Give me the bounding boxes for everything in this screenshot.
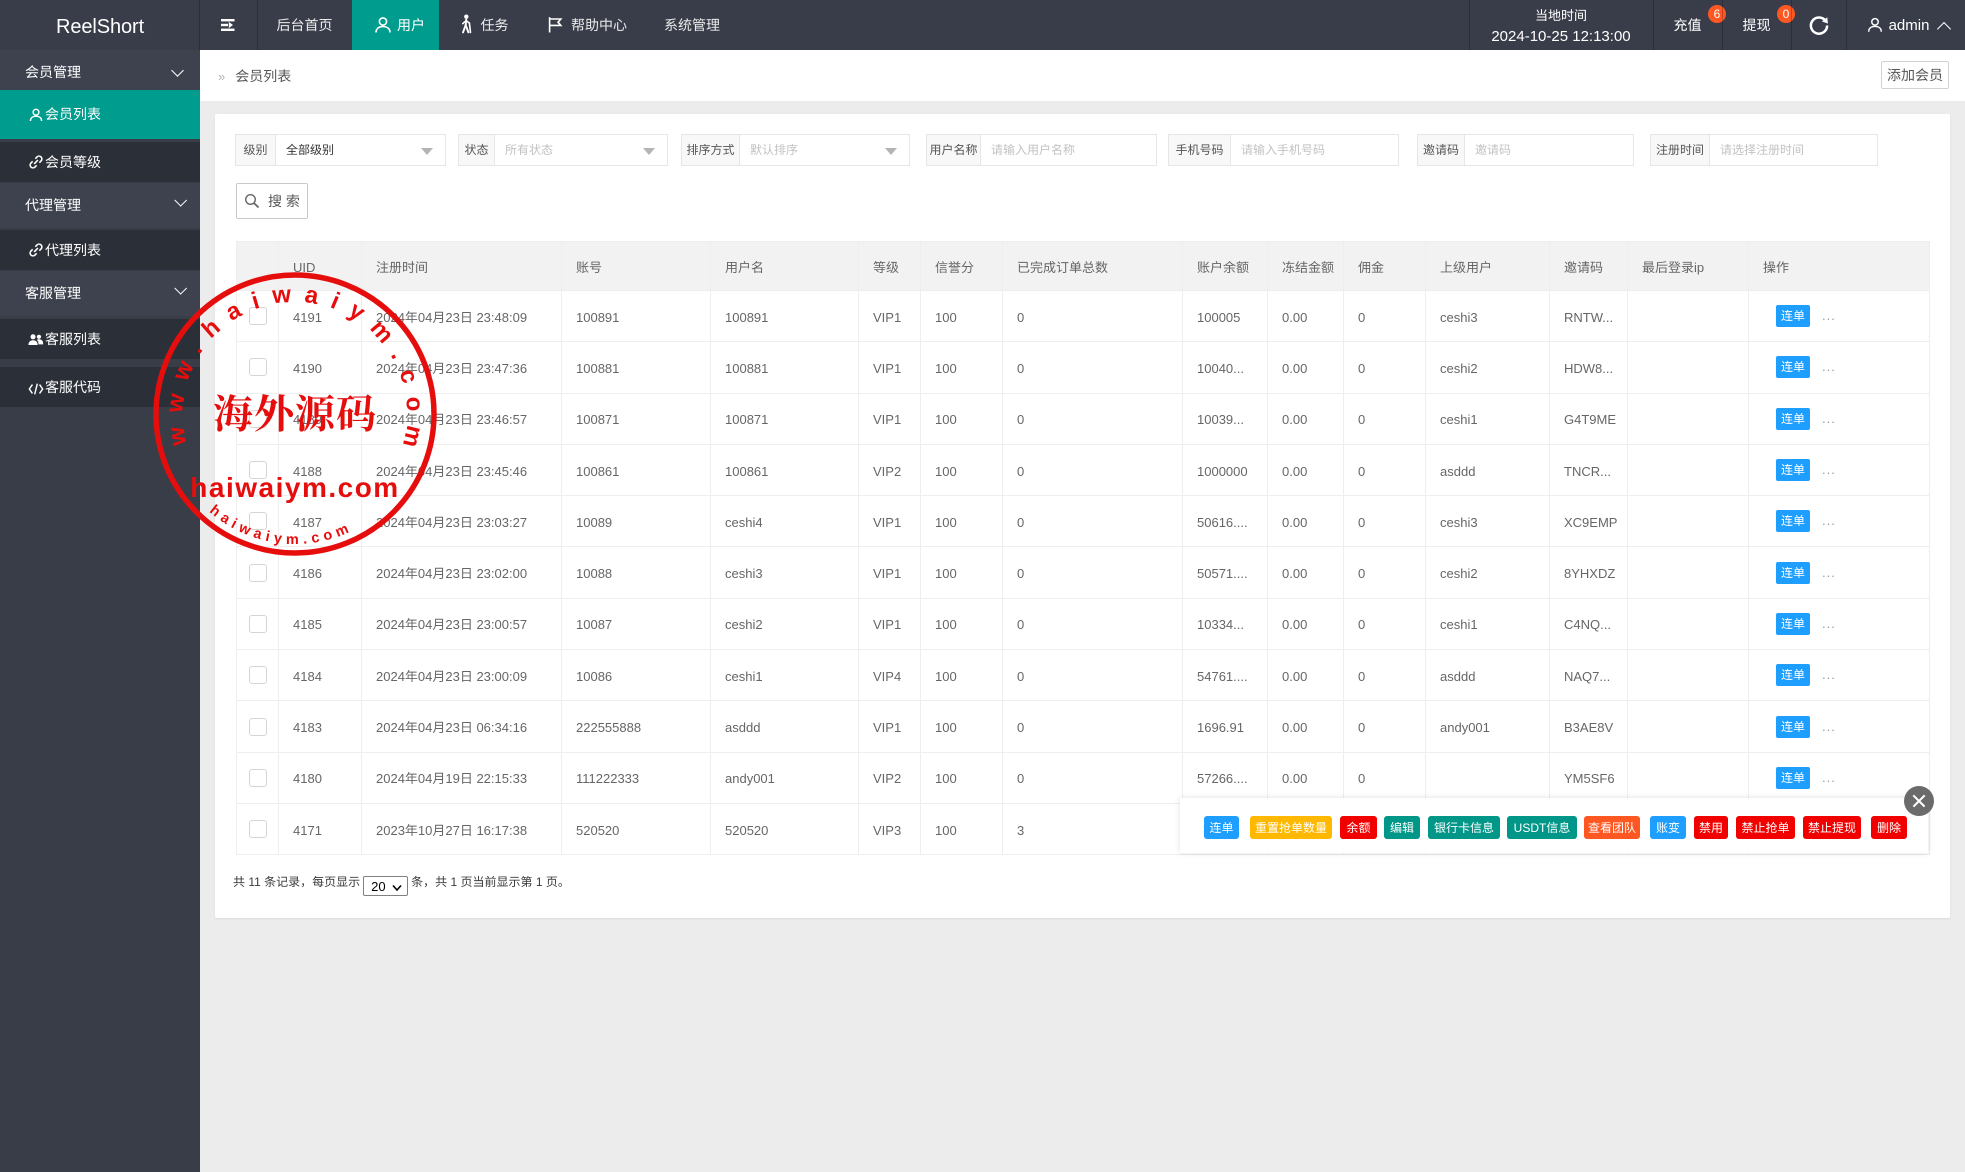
svg-text:haiwaiym.com: haiwaiym.com: [190, 472, 399, 503]
svg-text:海外源码: 海外源码: [213, 383, 377, 440]
svg-text:haiwaiym.com: haiwaiym.com: [206, 502, 355, 548]
